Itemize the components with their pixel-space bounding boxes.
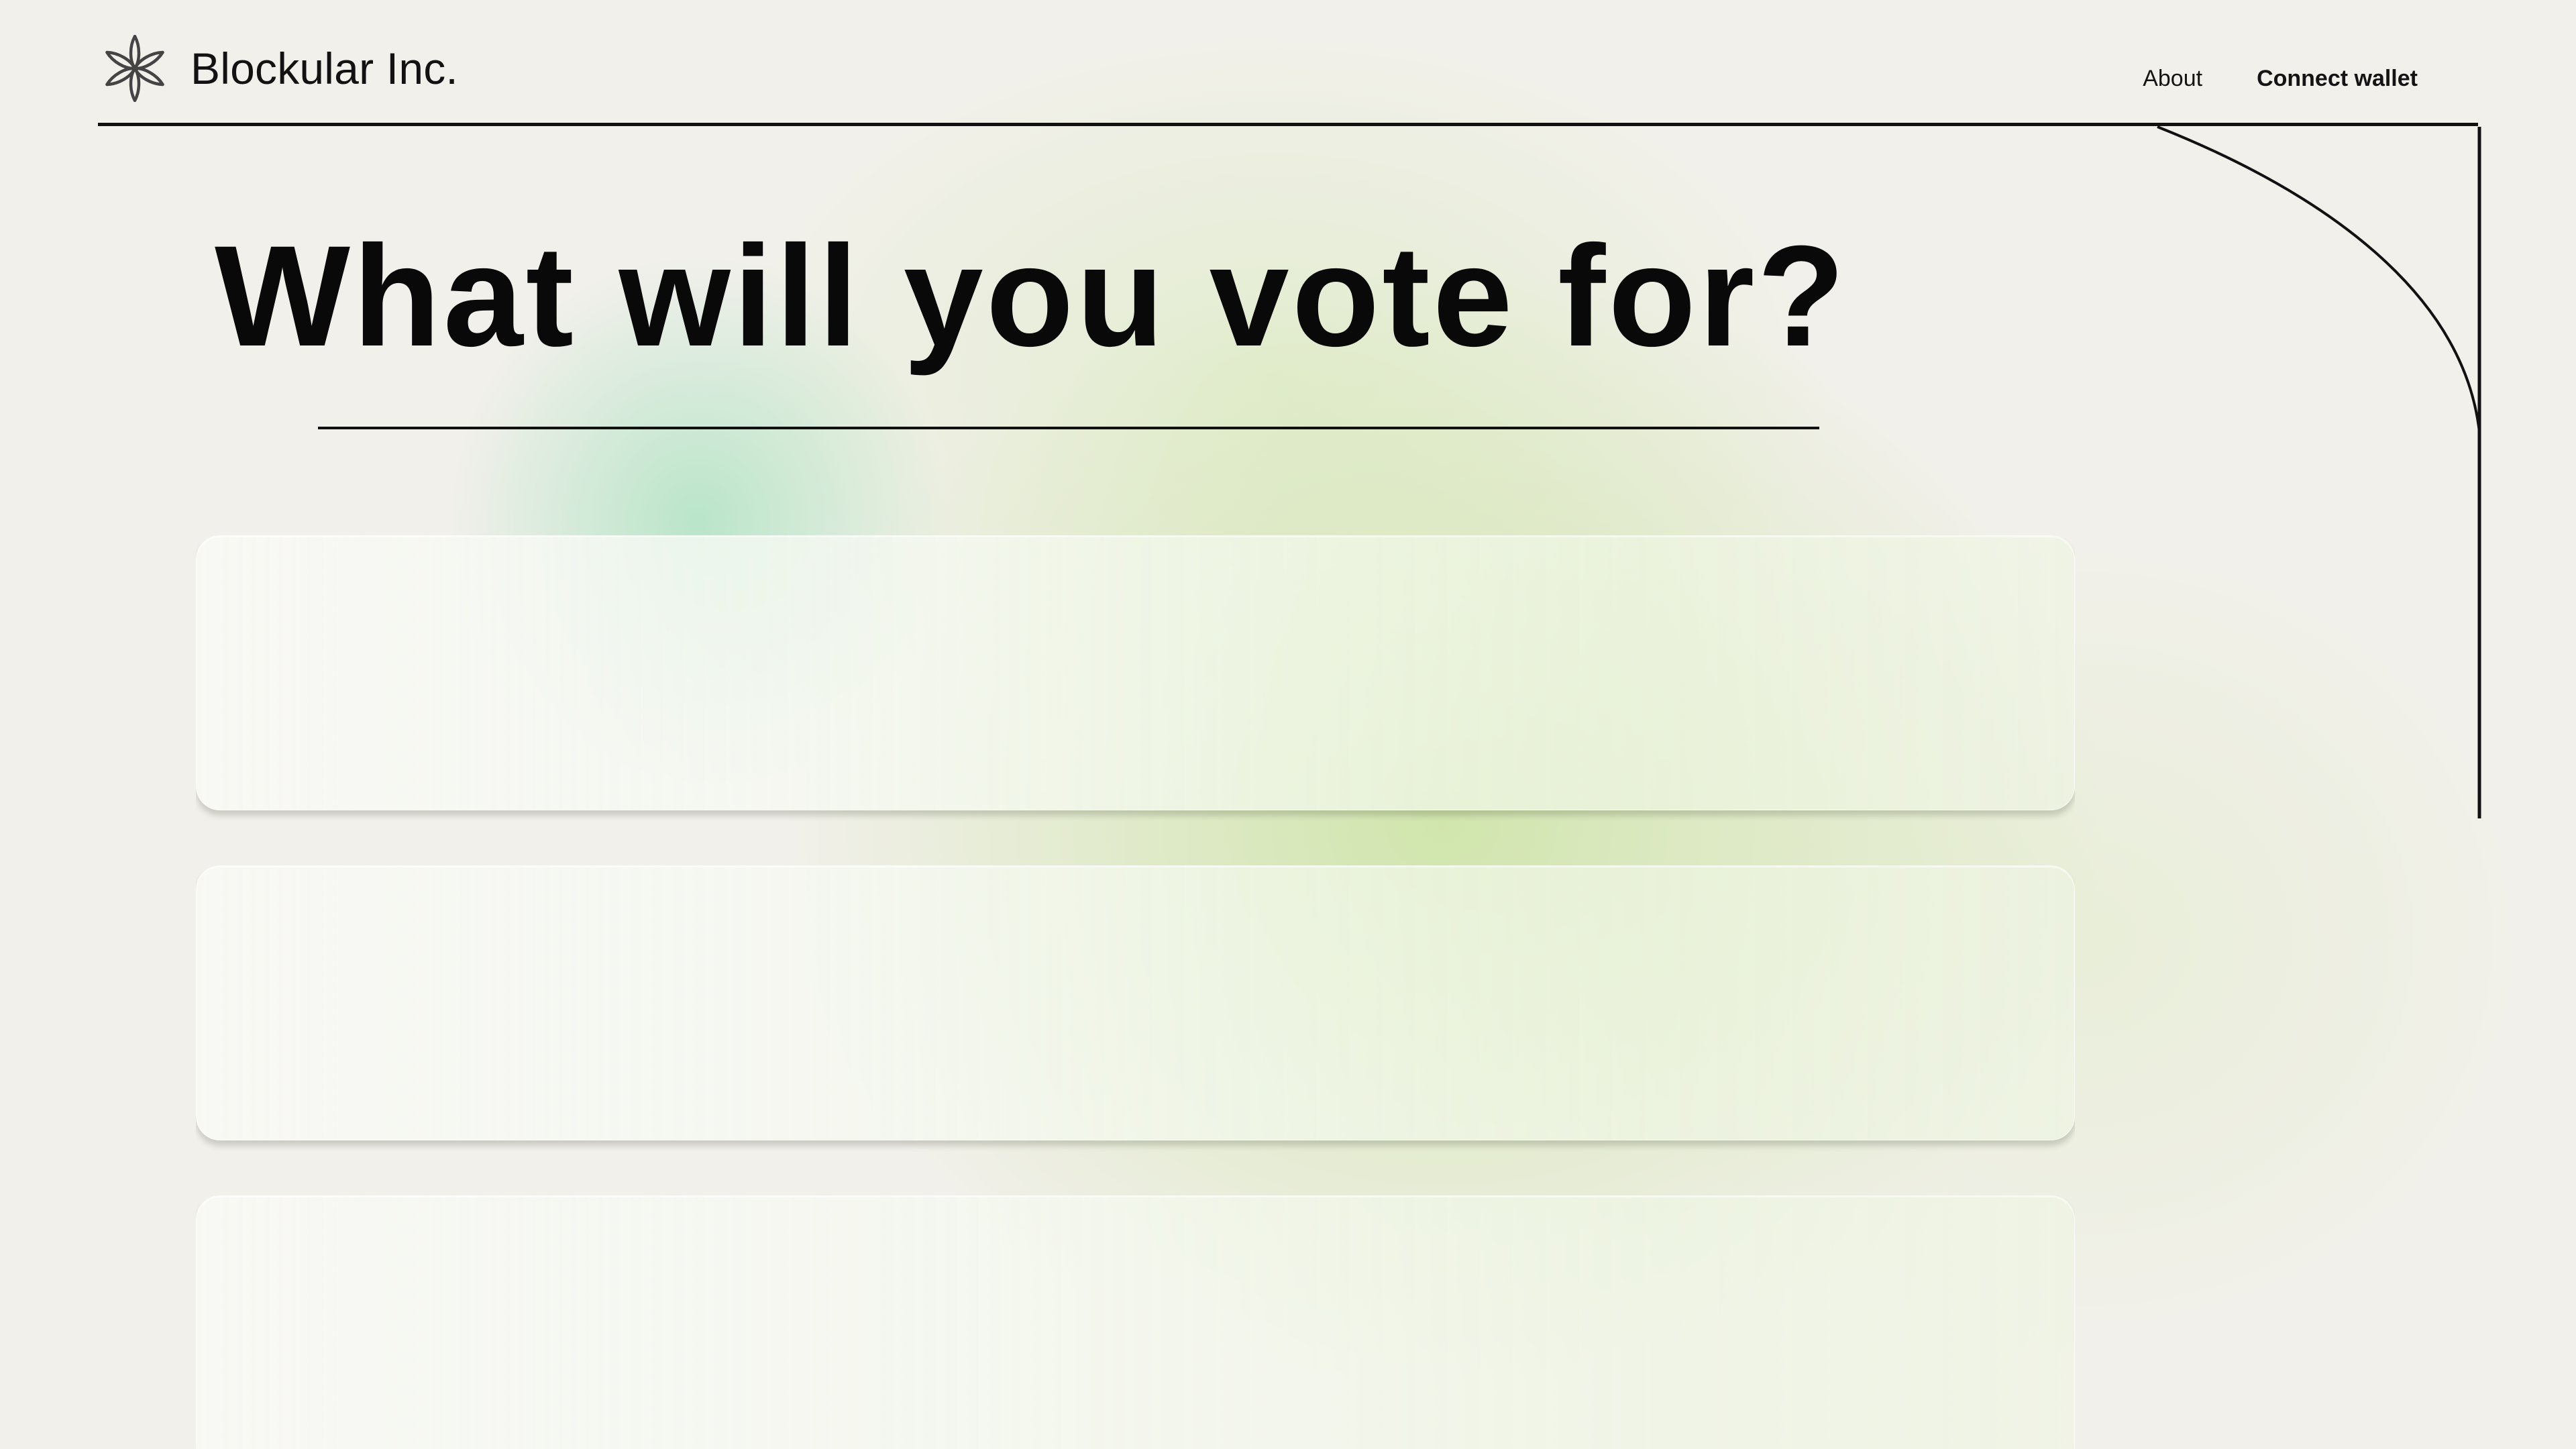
vote-options-list	[196, 535, 2075, 1449]
site-header: Blockular Inc. About Connect wallet	[98, 35, 2478, 126]
title-divider	[318, 427, 1819, 429]
nav-link-about[interactable]: About	[2143, 67, 2202, 90]
vote-option-card[interactable]	[196, 1195, 2075, 1449]
vote-option-card[interactable]	[196, 865, 2075, 1140]
top-navigation: About Connect wallet	[2143, 67, 2418, 90]
connect-wallet-button[interactable]: Connect wallet	[2257, 67, 2418, 90]
decorative-corner-curve	[2157, 125, 2481, 818]
brand-name: Blockular Inc.	[191, 44, 458, 93]
six-petal-flower-icon	[105, 35, 164, 102]
brand[interactable]: Blockular Inc.	[98, 35, 458, 102]
vote-option-card[interactable]	[196, 535, 2075, 810]
page-title: What will you vote for?	[215, 216, 1848, 376]
